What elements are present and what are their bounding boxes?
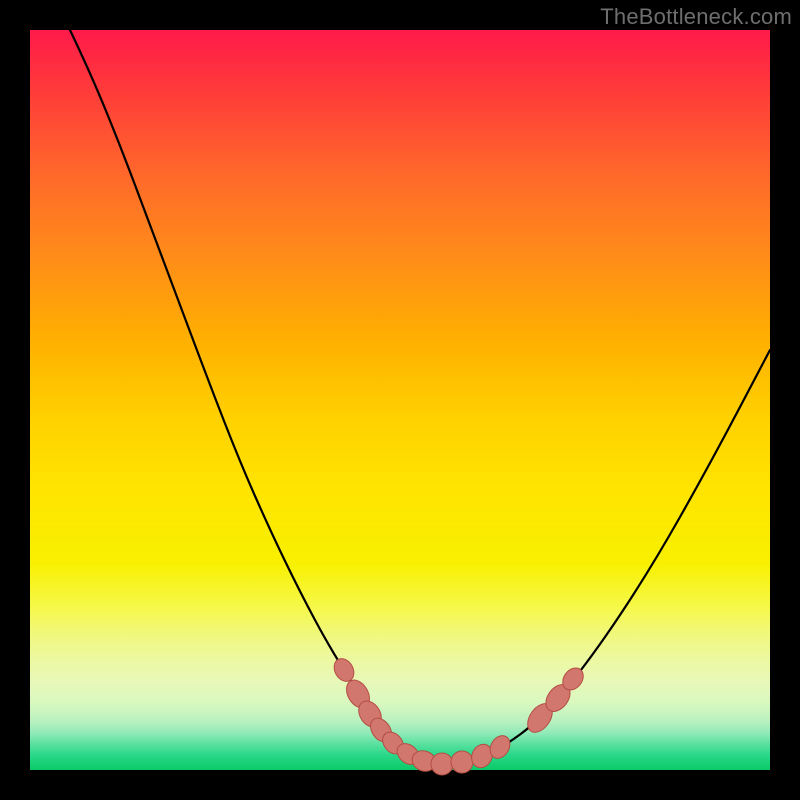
chart-stage: TheBottleneck.com (0, 0, 800, 800)
overlay-svg (30, 30, 770, 770)
plot-area (30, 30, 770, 770)
bead (431, 753, 453, 775)
attribution-text: TheBottleneck.com (600, 4, 792, 30)
bead-group (330, 655, 587, 775)
bead (449, 749, 474, 774)
v-curve (70, 30, 770, 763)
